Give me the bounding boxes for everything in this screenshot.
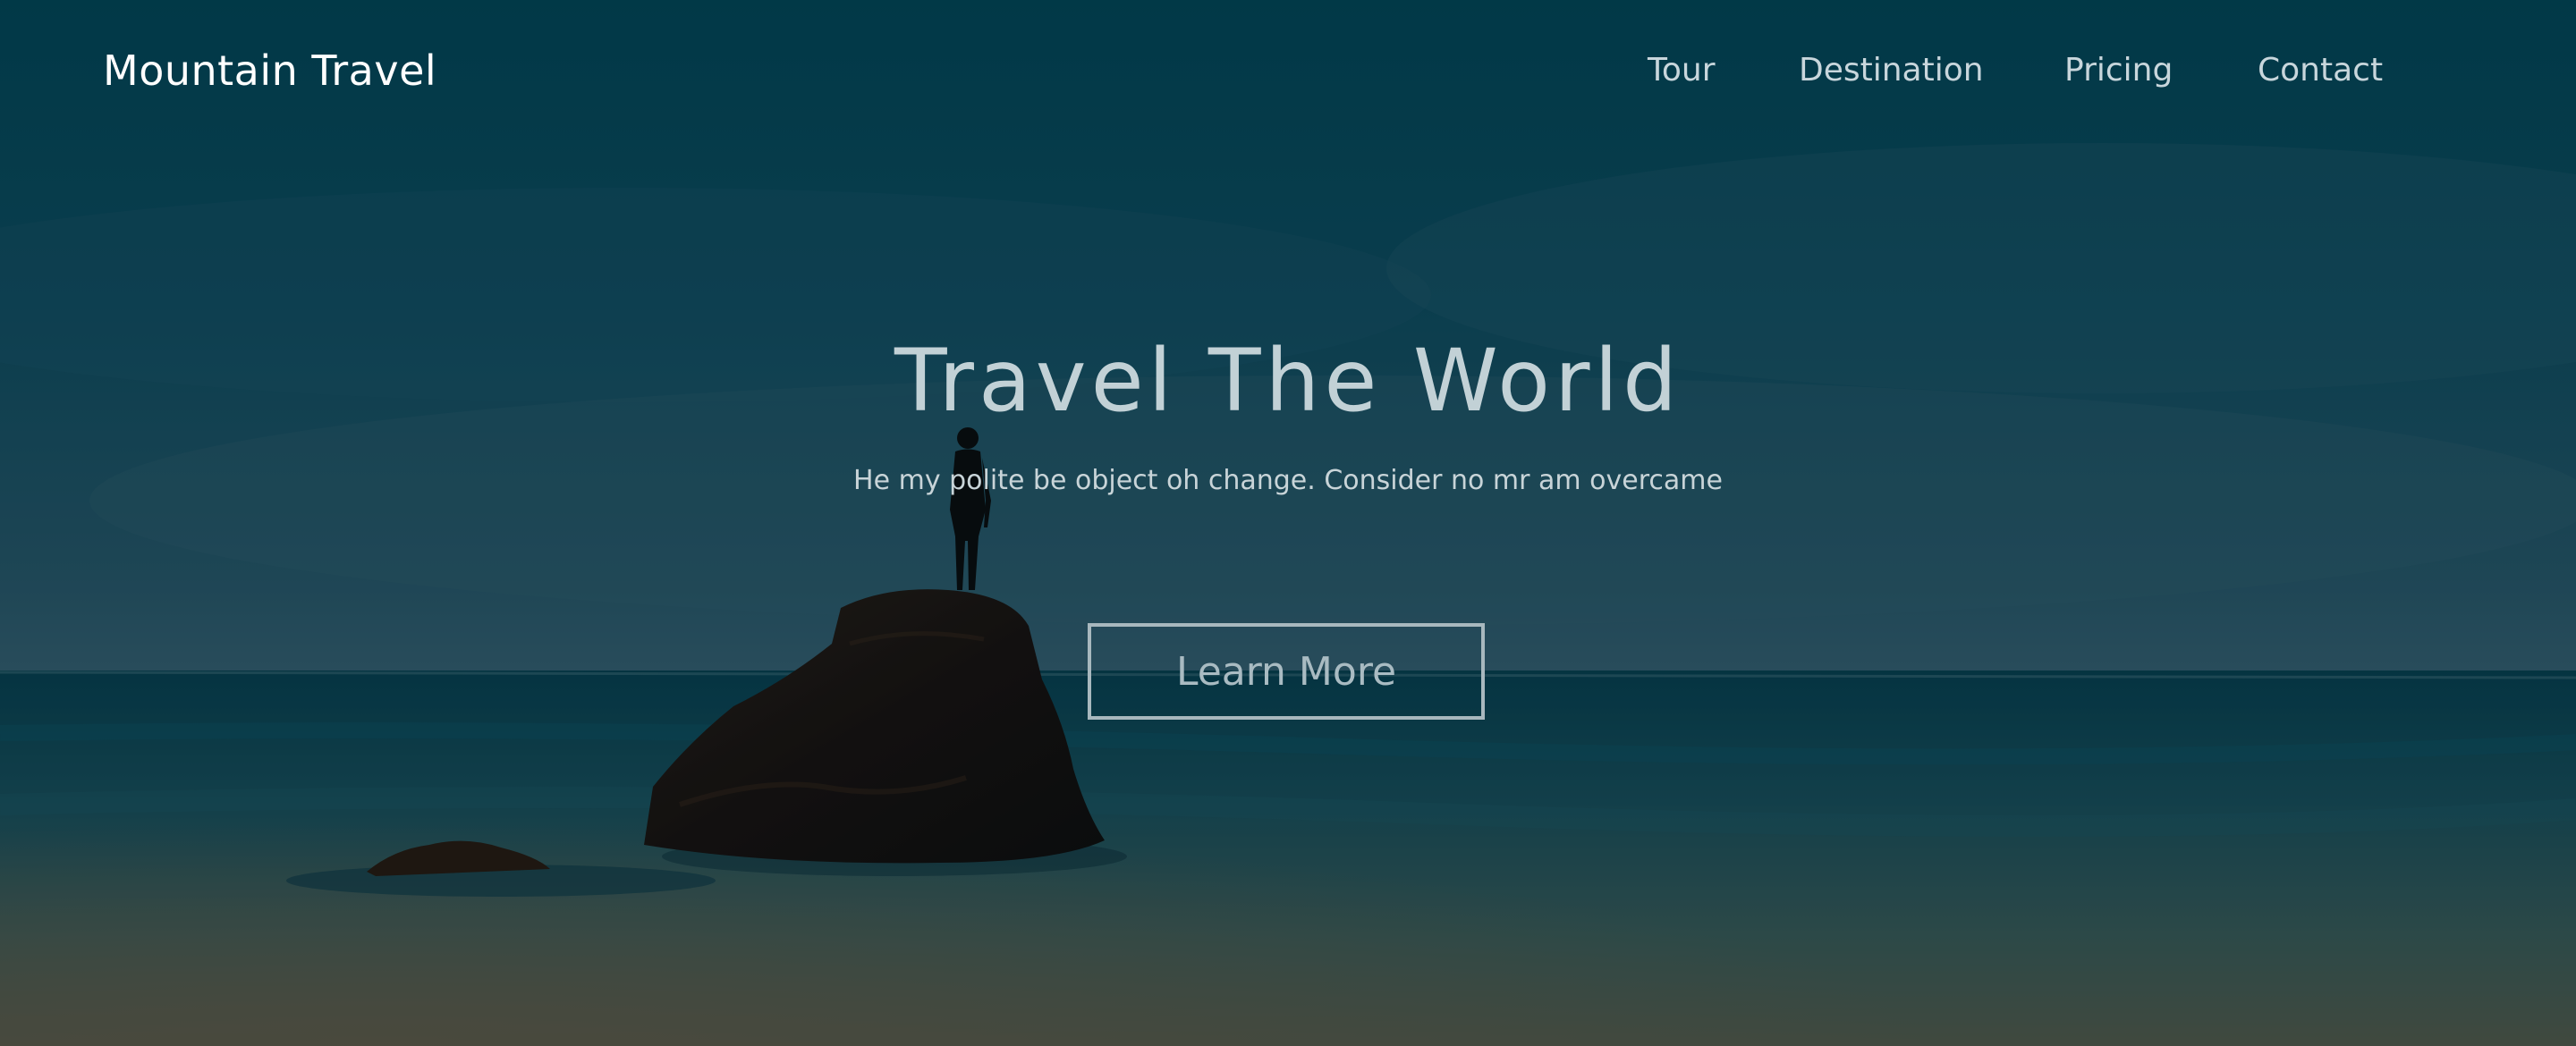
learn-more-button[interactable]: Learn More <box>1088 623 1485 720</box>
nav-link-pricing[interactable]: Pricing <box>2064 52 2173 89</box>
nav-link-destination[interactable]: Destination <box>1799 52 1984 89</box>
hero-section: Mountain Travel Tour Destination Pricing… <box>0 0 2576 1046</box>
nav-link-contact[interactable]: Contact <box>2258 52 2383 89</box>
hero-dim-overlay <box>0 0 2576 1046</box>
top-navbar: Mountain Travel Tour Destination Pricing… <box>0 0 2576 148</box>
nav-link-tour[interactable]: Tour <box>1648 52 1716 89</box>
hero-subtitle: He my polite be object oh change. Consid… <box>853 465 1723 496</box>
nav-menu: Tour Destination Pricing Contact <box>0 52 2576 97</box>
hero-title: Travel The World <box>894 331 1682 431</box>
